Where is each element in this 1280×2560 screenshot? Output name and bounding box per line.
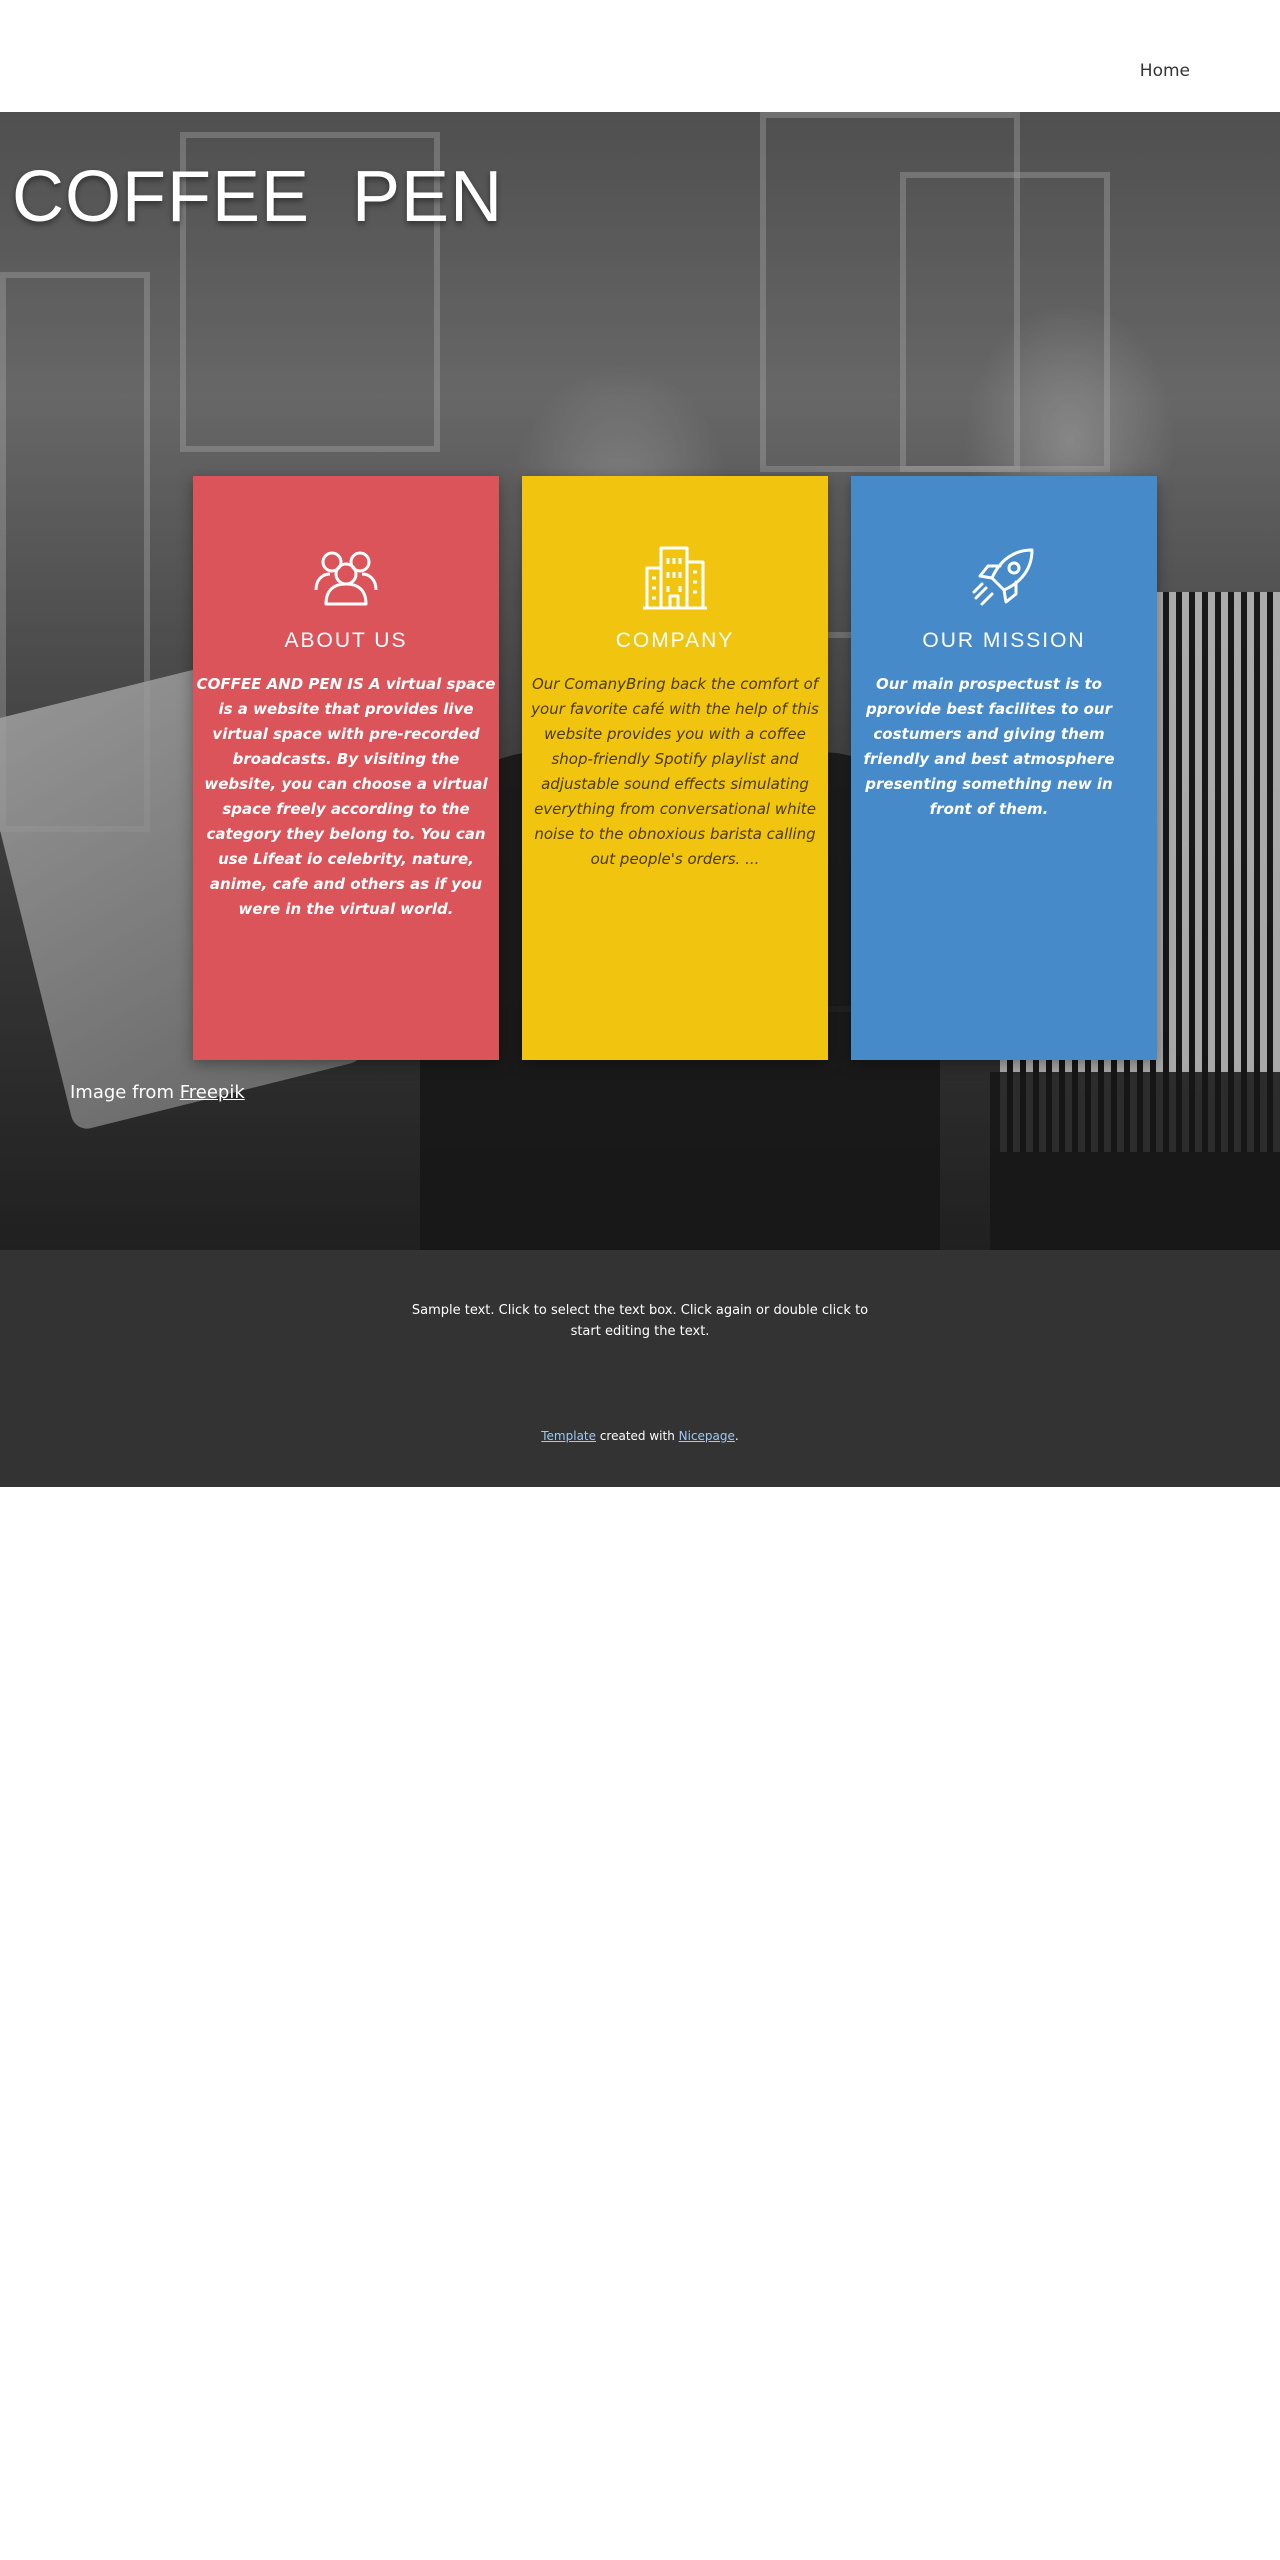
footer-credit: Template created with Nicepage. <box>0 1429 1280 1443</box>
footer-period: . <box>734 1429 739 1443</box>
rocket-icon <box>972 548 1034 606</box>
our-mission-title: OUR MISSION <box>922 629 1086 652</box>
about-us-text: COFFEE AND PEN IS A virtual space is a w… <box>196 675 496 918</box>
about-us-title: ABOUT US <box>284 629 408 652</box>
building-icon <box>643 546 707 610</box>
site-footer: Sample text. Click to select the text bo… <box>0 1250 1280 1487</box>
footer-sample-text[interactable]: Sample text. Click to select the text bo… <box>400 1300 880 1342</box>
nav-home-link[interactable]: Home <box>1140 61 1190 81</box>
about-us-card: ABOUT US COFFEE AND PEN IS A virtual spa… <box>193 476 499 1060</box>
image-credit: Image from Freepik <box>70 1082 245 1103</box>
company-text: Our ComanyBring back the comfort of your… <box>531 675 819 868</box>
site-header: Home <box>0 0 1280 112</box>
created-with-text: created with <box>596 1429 679 1443</box>
our-mission-text: Our main prospectust is to pprovide best… <box>863 675 1115 818</box>
hero-section: COFFEE PEN ABOUT US COFFEE AND PEN IS A … <box>0 112 1280 1250</box>
company-card: COMPANY Our ComanyBring back the comfort… <box>522 476 828 1060</box>
our-mission-card: OUR MISSION Our main prospectust is to p… <box>851 476 1157 1060</box>
people-icon <box>314 551 378 606</box>
freepik-link[interactable]: Freepik <box>180 1082 245 1103</box>
image-credit-prefix: Image from <box>70 1082 180 1103</box>
site-title: COFFEE PEN <box>12 157 504 237</box>
company-title: COMPANY <box>615 629 735 652</box>
template-link[interactable]: Template <box>541 1429 596 1443</box>
nicepage-link[interactable]: Nicepage <box>679 1429 735 1443</box>
